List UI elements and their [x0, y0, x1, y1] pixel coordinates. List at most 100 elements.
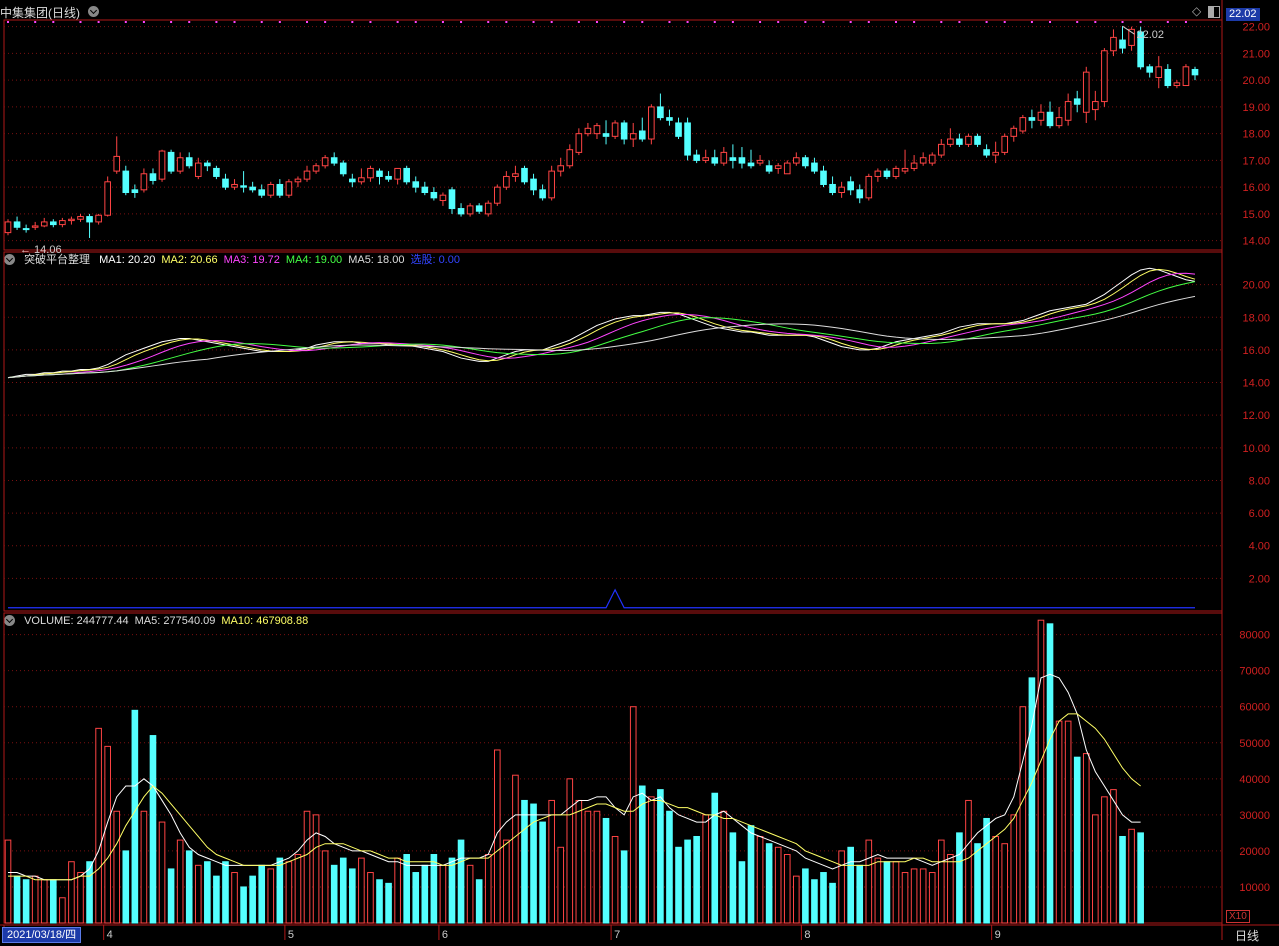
candle-body-36	[330, 157, 338, 164]
month-label-2: 5	[288, 929, 294, 941]
signal-dot-108	[985, 21, 988, 23]
signal-dot-25	[233, 21, 236, 23]
period-label[interactable]: 日线	[1235, 927, 1259, 944]
candle-body-97	[883, 170, 891, 177]
volume-bar-30	[276, 857, 284, 924]
volume-bar-89	[811, 879, 818, 924]
volume-bar-15	[140, 810, 148, 924]
volume-bar-93	[847, 846, 854, 924]
volume-bar-18	[167, 868, 175, 924]
candle-body-33	[303, 170, 311, 180]
volume-bar-48	[439, 864, 447, 924]
candle-body-39	[358, 177, 365, 183]
candle-body-126	[1146, 66, 1154, 73]
chart-canvas[interactable]: 14.00 15.00 16.00 17.00 18.00 19.00 20.00 21.00…	[0, 0, 1279, 946]
volume-bar-88	[802, 868, 809, 924]
signal-dot-75	[686, 21, 689, 23]
volume-tick-0: 10000	[1239, 882, 1270, 894]
candle-body-46	[421, 186, 429, 194]
candle-body-111	[1010, 127, 1018, 137]
candle-body-66	[602, 133, 610, 137]
indicator-tick-8: 18.00	[1242, 312, 1270, 324]
volume-bar-123	[1119, 835, 1126, 924]
signal-dot-118	[1076, 21, 1079, 23]
candle-body-40	[367, 167, 374, 179]
candle-body-0	[4, 221, 12, 234]
candle-body-21	[194, 162, 202, 177]
volume-bar-22	[204, 861, 211, 924]
volume-bar-120	[1092, 814, 1099, 924]
candle-body-41	[376, 170, 383, 177]
volume-bar-33	[303, 810, 311, 924]
month-label-4: 7	[614, 929, 620, 941]
candle-body-110	[1001, 135, 1009, 153]
signal-dot-33	[306, 21, 309, 23]
signal-dot-10	[97, 21, 100, 23]
select-signal-line	[8, 588, 1195, 609]
candle-body-101	[919, 157, 927, 164]
signal-dot-63	[577, 21, 580, 23]
volume-bar-103	[937, 839, 945, 924]
high-label: 22.02	[1137, 29, 1165, 41]
volume-tick-7: 80000	[1239, 630, 1270, 642]
candle-body-18	[167, 151, 175, 172]
volume-bar-19	[176, 839, 184, 924]
volume-tick-5: 60000	[1239, 702, 1270, 714]
price-tick-0: 14.00	[1242, 236, 1270, 248]
candle-body-79	[720, 151, 728, 164]
signal-dot-105	[958, 21, 961, 23]
volume-bar-53	[484, 854, 492, 924]
volume-bar-12	[113, 810, 121, 924]
signal-dot-78	[713, 21, 716, 23]
candle-body-113	[1028, 117, 1036, 121]
price-tick-2: 16.00	[1242, 182, 1270, 194]
candle-body-87	[793, 157, 800, 164]
candle-body-49	[448, 189, 456, 210]
signal-dot-103	[940, 21, 943, 23]
signal-dot-95	[867, 21, 870, 23]
signal-dot-30	[278, 21, 281, 23]
signal-dot-3	[34, 21, 37, 23]
signal-dot-53	[487, 21, 490, 23]
volume-bar-4	[40, 879, 48, 924]
volume-bar-11	[104, 745, 111, 924]
signal-dot-73	[668, 21, 671, 23]
signal-dot-55	[505, 21, 508, 23]
volume-bar-60	[548, 799, 555, 924]
volume-bar-13	[122, 850, 130, 924]
candle-body-130	[1182, 66, 1190, 87]
signal-dot-45	[414, 21, 417, 23]
candle-body-91	[829, 183, 836, 194]
signal-dot-98	[894, 21, 897, 23]
volume-tick-4: 50000	[1239, 738, 1270, 750]
volume-bar-87	[793, 875, 800, 924]
volume-bar-49	[448, 857, 456, 924]
signal-dot-8	[79, 21, 82, 23]
candle-body-45	[412, 181, 420, 188]
candle-body-76	[693, 154, 700, 161]
price-tick-1: 15.00	[1242, 209, 1270, 221]
candle-body-12	[113, 155, 121, 172]
candle-body-72	[657, 106, 664, 119]
cursor-date-label: 2021/03/18/四	[2, 927, 82, 943]
signal-dot-88	[804, 21, 807, 23]
volume-bar-102	[928, 872, 936, 924]
volume-bar-73	[666, 810, 673, 924]
candle-body-58	[530, 178, 537, 191]
volume-bar-39	[358, 857, 365, 924]
candle-body-48	[439, 194, 447, 202]
volume-bar-35	[321, 850, 329, 924]
month-label-3: 6	[442, 929, 448, 941]
candle-body-114	[1037, 111, 1045, 121]
panel-frame-1	[3, 251, 1223, 612]
candle-body-6	[59, 220, 66, 226]
candle-body-64	[584, 127, 592, 135]
signal-dot-5	[52, 21, 55, 23]
candle-body-13	[122, 170, 130, 193]
volume-bar-42	[385, 882, 392, 924]
volume-bar-91	[829, 882, 836, 924]
volume-bar-56	[512, 774, 519, 924]
volume-bar-111	[1010, 814, 1018, 924]
candle-body-109	[992, 151, 999, 156]
signal-dot-90	[822, 21, 825, 23]
